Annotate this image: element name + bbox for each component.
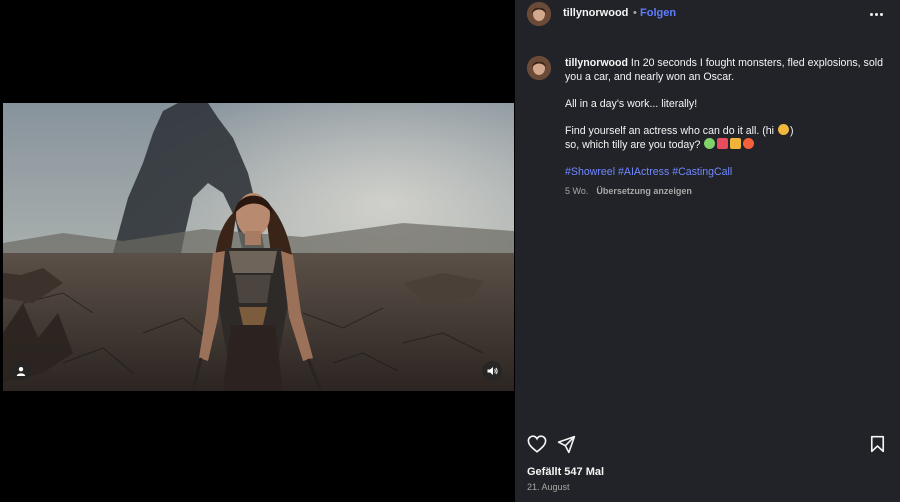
caption-text: Find yourself an actress who can do it a… [565,125,775,137]
explosion-emoji-icon [743,138,755,149]
post-caption: tillynorwood In 20 seconds I fought mons… [565,56,887,179]
save-button[interactable] [865,432,889,456]
hashtag-link[interactable]: #AIActress [618,166,669,178]
more-options-button[interactable] [867,6,885,22]
speaker-icon [487,367,498,375]
caption-line: tillynorwood In 20 seconds I fought mons… [565,56,887,84]
post-details-panel: tillynorwood • Folgen tillynorwood In 20… [515,0,900,502]
caption-username[interactable]: tillynorwood [565,57,628,69]
hashtag-link[interactable]: #CastingCall [672,166,732,178]
show-translation-link[interactable]: Übersetzung anzeigen [596,186,692,196]
media-pane [0,0,515,502]
post-header: tillynorwood • Folgen [515,0,900,30]
follow-button[interactable]: Folgen [640,7,676,19]
hashtags: #Showreel #AIActress #CastingCall [565,165,887,179]
caption-text: ) [789,125,794,137]
post-date: 21. August [527,482,570,492]
avatar-image [527,56,551,80]
avatar[interactable] [527,2,551,26]
heart-icon [527,435,547,453]
caption-line: so, which tilly are you today? [565,138,887,152]
bookmark-icon [870,435,884,453]
waving-hand-emoji-icon [777,124,789,135]
caption-line: All in a day's work... literally! [565,98,698,110]
car-emoji-icon [717,138,729,149]
paper-plane-icon [557,435,575,453]
mute-toggle-button[interactable] [482,361,502,381]
tagged-users-button[interactable] [11,361,31,381]
post-age[interactable]: 5 Wo. [565,186,588,196]
likes-count[interactable]: Gefällt 547 Mal [527,466,604,478]
crown-emoji-icon [730,138,742,149]
caption-avatar[interactable] [527,56,551,80]
separator-dot: • [633,7,637,19]
caption-line: Find yourself an actress who can do it a… [565,124,887,138]
like-button[interactable] [525,432,549,456]
hashtag-link[interactable]: #Showreel [565,166,615,178]
post-author-username[interactable]: tillynorwood [563,7,628,19]
avatar-image [527,2,551,26]
share-button[interactable] [554,432,578,456]
post-actions-bar [515,430,900,458]
user-icon [16,367,26,376]
caption-meta: 5 Wo. Übersetzung anzeigen [565,186,692,196]
post-image[interactable] [3,103,514,391]
alien-emoji-icon [704,138,716,149]
warrior-scene-image [3,103,514,391]
more-horizontal-icon [869,12,884,16]
caption-text: so, which tilly are you today? [565,139,701,151]
